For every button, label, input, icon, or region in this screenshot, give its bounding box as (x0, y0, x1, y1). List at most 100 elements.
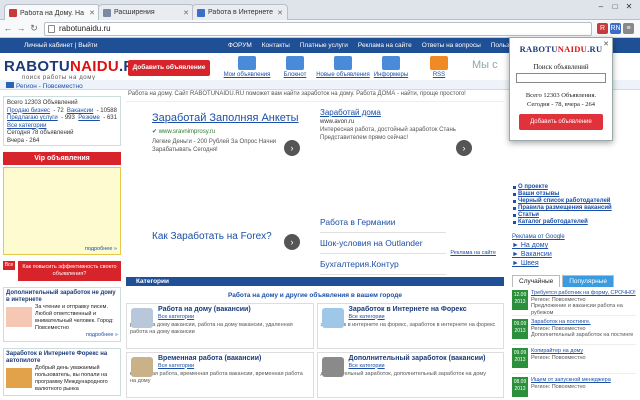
stat-link[interactable]: Все категории (7, 123, 46, 131)
menu-icon[interactable]: ≡ (623, 23, 634, 34)
job-item[interactable]: 12.09 2013 Требуется работник на форму, … (512, 290, 636, 316)
right-link[interactable]: Черный список работодателей (512, 198, 636, 205)
stat-link[interactable]: Резюме (78, 115, 100, 123)
back-icon[interactable]: ← (3, 23, 13, 33)
right-link[interactable]: Правила размещения вакансий (512, 205, 636, 212)
ad-title[interactable]: Заработай Заполняя Анкеты (152, 112, 302, 125)
forward-icon[interactable]: → (16, 23, 26, 33)
nav-link-ads[interactable]: Реклама на сайте (358, 38, 412, 53)
minimize-icon[interactable]: – (594, 2, 608, 12)
category-card[interactable]: Работа на дому (вакансии) Все категории … (126, 303, 314, 349)
left-ad-title[interactable]: Заработок в Интернете Форекс на автопило… (6, 351, 118, 365)
google-link[interactable]: ► Швея (512, 260, 636, 267)
exit-link[interactable]: Выйти (78, 42, 97, 49)
popup-logo[interactable]: RABOTUNAIDU.RU (514, 44, 608, 54)
ad-link[interactable]: Работа в Германии (320, 212, 446, 233)
close-icon[interactable]: ✕ (89, 9, 95, 17)
right-link[interactable]: Каталог работодателей (512, 219, 636, 226)
informers-link[interactable]: Информеры (370, 56, 412, 78)
cabinet-link[interactable]: Личный кабинет | Выйти (24, 38, 97, 53)
stat-link[interactable]: Вакансии (67, 108, 93, 116)
side-tabs: Случайные Популярные (512, 275, 636, 287)
reload-icon[interactable]: ↻ (29, 23, 39, 34)
region-selector[interactable]: Регион - Повсеместно (6, 82, 83, 90)
category-link[interactable]: Все категории (158, 314, 310, 321)
left-ad-title[interactable]: Дополнительный заработок не дому в интер… (6, 290, 118, 304)
close-window-icon[interactable]: ✕ (622, 2, 636, 12)
vip-header: Vip объявления (3, 152, 121, 165)
ad-c-title[interactable]: Как Заработать на Forex? (152, 230, 277, 243)
right-link[interactable]: Статьи (512, 212, 636, 219)
effectiveness-button[interactable]: Как повысить эффективность своего объявл… (18, 261, 121, 281)
stat-link[interactable]: Предлагаю услуги (7, 115, 58, 123)
tab-random[interactable]: Случайные (512, 275, 561, 287)
new-ads-link[interactable]: Новые объявления (316, 56, 370, 78)
maximize-icon[interactable]: □ (608, 2, 622, 12)
category-link[interactable]: Все категории (349, 363, 501, 370)
extension-icon[interactable]: R (597, 23, 608, 34)
address-bar[interactable]: rabotunaidu.ru (44, 22, 592, 36)
right-link[interactable]: О проекте (512, 184, 636, 191)
tab-title: Работа в Интернете мет (208, 9, 274, 16)
close-icon[interactable]: ✕ (183, 9, 189, 17)
ad-title[interactable]: Заработай дома (320, 108, 470, 117)
category-link[interactable]: Все категории (158, 363, 310, 370)
right-link[interactable]: Ваши отзывы (512, 191, 636, 198)
more-link[interactable]: подробнее » (6, 332, 118, 339)
ad-link[interactable]: Шок-условия на Outlander (320, 233, 446, 254)
nav-icons-row: Мои объявления Блокнот Новые объявления … (224, 56, 460, 78)
category-card[interactable]: Дополнительный заработок (вакансии) Все … (316, 352, 504, 398)
ad-b[interactable]: Заработай дома www.avon.ru Интересная ра… (320, 108, 470, 142)
browser-tab-3[interactable]: Работа в Интернете мет ✕ (192, 4, 288, 20)
arrow-right-icon[interactable]: › (284, 234, 300, 250)
all-button[interactable]: Все (3, 261, 15, 270)
browser-tab-strip: Работа на Дому. На сайт ✕ Расширения ✕ Р… (0, 0, 640, 21)
google-link[interactable]: ► Вакансии (512, 251, 636, 258)
rss-icon (430, 56, 448, 70)
job-item[interactable]: 09.09 2013 Копирайтер на дому Регион: Пов… (512, 348, 636, 374)
rss-link[interactable]: RSS (418, 56, 460, 78)
browser-tab-2[interactable]: Расширения ✕ (98, 4, 194, 20)
tab-title: Работа на Дому. На сайт (20, 9, 86, 17)
job-date: 12.09 2013 (512, 290, 528, 310)
add-ad-button[interactable]: Добавить объявление (128, 60, 210, 76)
left-ad[interactable]: Заработок в Интернете Форекс на автопило… (3, 348, 121, 396)
popup-stats: Всего 12303 Объявления. Сегодня - 78, вч… (525, 92, 597, 108)
category-card[interactable]: Временная работа (вакансии) Все категори… (126, 352, 314, 398)
nav-link-contacts[interactable]: Контакты (262, 38, 290, 53)
browser-tab-1[interactable]: Работа на Дому. На сайт ✕ (4, 4, 100, 21)
notebook-link[interactable]: Блокнот (274, 56, 316, 78)
categories-title[interactable]: Работа на дому и другие объявления в ваш… (126, 292, 504, 299)
close-icon[interactable]: ✕ (277, 9, 283, 17)
ad-a[interactable]: Заработай Заполняя Анкеты ✔ www.sravnimp… (152, 112, 302, 154)
ad-url[interactable]: www.sravnimprosy.ru (159, 129, 216, 135)
ad-link[interactable]: Бухгалтерия.Контур (320, 254, 446, 275)
job-item[interactable]: 08.09 2013 Ищем от запускной менеджера Ре… (512, 377, 636, 400)
nav-link-faq[interactable]: Ответы на вопросы (422, 38, 481, 53)
stat-link[interactable]: Продаю бизнес (7, 108, 50, 116)
more-link[interactable]: подробнее » (85, 246, 117, 252)
google-link[interactable]: ► На дому (512, 242, 636, 249)
left-ad[interactable]: Дополнительный заработок не дому в интер… (3, 287, 121, 342)
category-card[interactable]: Заработок в Интернете на Форекс Все кате… (316, 303, 504, 349)
category-title[interactable]: Дополнительный заработок (вакансии) (349, 355, 501, 363)
extension-icon[interactable]: RN (610, 23, 621, 34)
nav-link-forum[interactable]: ФОРУМ (228, 38, 252, 53)
popup-add-button[interactable]: Добавить объявление (519, 114, 603, 130)
arrow-right-icon[interactable]: › (284, 140, 300, 156)
tab-popular[interactable]: Популярные (562, 275, 614, 287)
category-link[interactable]: Все категории (349, 314, 501, 321)
extension-icons: R RN ≡ (597, 23, 634, 34)
my-ads-link[interactable]: Мои объявления (224, 56, 270, 78)
popup-search-input[interactable] (516, 73, 606, 83)
close-icon[interactable]: ✕ (603, 40, 609, 48)
arrow-right-icon[interactable]: › (456, 140, 472, 156)
job-item[interactable]: 09.09 2013 Заработок на постинге. Регион:… (512, 319, 636, 345)
site-logo[interactable]: RABOTUNAIDU.RU (4, 58, 146, 75)
address-text: rabotunaidu.ru (59, 24, 111, 33)
ads-link[interactable]: Реклама на сайте (450, 250, 496, 256)
ad-url[interactable]: www.avon.ru (320, 119, 470, 125)
browser-toolbar: ← → ↻ rabotunaidu.ru R RN ≡ (0, 20, 640, 38)
google-ads-label[interactable]: Реклама от Google (512, 234, 636, 240)
nav-link-paid[interactable]: Платные услуги (300, 38, 348, 53)
